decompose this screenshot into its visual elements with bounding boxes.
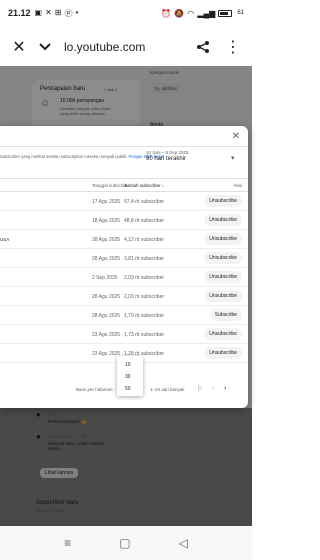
header-subs[interactable]: Jumlah subscriber ↓ bbox=[124, 183, 164, 188]
url-text[interactable]: lo.youtube.com bbox=[64, 40, 190, 54]
header-action: Aksi bbox=[233, 183, 242, 188]
subscribe-toggle-button[interactable]: Unsubscribe bbox=[204, 214, 242, 226]
rows-per-page-label: Baris per halaman: bbox=[76, 387, 114, 392]
x-icon: ✕ bbox=[45, 7, 52, 17]
table-row: 17 Agu 2025 57,4 rb subscriber Unsubscri… bbox=[0, 192, 248, 211]
modal-header bbox=[0, 146, 248, 174]
app-icon: ⊞ bbox=[54, 7, 62, 17]
table-row: 2 Sep 2025 2,03 rb subscriber Unsubscrib… bbox=[0, 268, 248, 287]
subscribe-date: 2 Sep 2025 bbox=[92, 275, 118, 281]
table-row: 28 Agu 2025 2,03 rb subscriber Unsubscri… bbox=[0, 287, 248, 306]
date-range-picker[interactable]: 10 Juni – 8 Sep 2025 90 hari terakhir bbox=[146, 150, 189, 162]
sort-down-icon: ↓ bbox=[161, 183, 165, 188]
dropdown-arrow-icon[interactable]: ▾ bbox=[231, 154, 235, 162]
wifi-icon: ◠ bbox=[187, 8, 195, 18]
android-nav-bar: ≡ ▢ ◁ bbox=[0, 526, 252, 560]
page-range: 1–10 dari banyak bbox=[150, 387, 185, 392]
channel-name[interactable]: USA bbox=[0, 237, 9, 242]
back-icon[interactable]: ◁ bbox=[179, 536, 188, 550]
subscriber-count: 1,73 rb subscriber bbox=[124, 332, 165, 338]
subscriber-count: 1,79 rb subscriber bbox=[124, 313, 165, 319]
subscribe-toggle-button[interactable]: Unsubscribe bbox=[204, 271, 242, 283]
pinterest-icon: ⓟ bbox=[64, 8, 73, 18]
status-bar: 21.12 ▣ ✕ ⊞ ⓟ • ⏰ 🔕 ◠ ▂▄▆ 61 bbox=[0, 0, 252, 26]
recent-apps-icon[interactable]: ≡ bbox=[64, 536, 71, 550]
alarm-icon: ⏰ bbox=[161, 8, 172, 18]
subscribe-date: 28 Agu 2025 bbox=[92, 313, 121, 319]
dot-icon: • bbox=[75, 7, 79, 17]
table-row: 28 Agu 2025 3,81 rb subscriber Unsubscri… bbox=[0, 249, 248, 268]
browser-bar: ✕ lo.youtube.com ⋮ bbox=[0, 28, 252, 66]
subscribe-date: 23 Agu 2025 bbox=[92, 332, 121, 338]
subscribe-toggle-button[interactable]: Unsubscribe bbox=[204, 328, 242, 340]
mute-icon: 🔕 bbox=[174, 8, 185, 18]
subscribe-date: 23 Agu 2025 bbox=[92, 351, 121, 357]
header-date[interactable]: Tanggal subscribe bbox=[92, 183, 128, 188]
subscribe-date: 28 Agu 2025 bbox=[92, 256, 121, 262]
subscribe-date: 28 Agu 2025 bbox=[92, 237, 121, 243]
date-range: 10 Juni – 8 Sep 2025 bbox=[146, 150, 189, 155]
next-page-icon[interactable]: › bbox=[224, 385, 226, 392]
subscribe-toggle-button[interactable]: Unsubscribe bbox=[204, 347, 242, 359]
home-icon[interactable]: ▢ bbox=[119, 536, 130, 550]
subscribe-toggle-button[interactable]: Subscribe bbox=[209, 309, 242, 321]
subscriber-count: 3,81 rb subscriber bbox=[124, 256, 165, 262]
signal-icon: ▂▄▆ bbox=[197, 8, 216, 18]
table-header: Tanggal subscribe Jumlah subscriber ↓ Ak… bbox=[0, 178, 248, 192]
subscribe-date: 17 Agu 2025 bbox=[92, 199, 121, 205]
subscribe-toggle-button[interactable]: Unsubscribe bbox=[204, 233, 242, 245]
rows-per-page-menu: 10 30 50 bbox=[117, 356, 143, 396]
overlay-lower[interactable] bbox=[0, 408, 252, 526]
notification-icons: ▣ ✕ ⊞ ⓟ • bbox=[35, 8, 79, 19]
table-row: 28 Agu 2025 1,79 rb subscriber Subscribe bbox=[0, 306, 248, 325]
table-row: 18 Agu 2025 48,8 rb subscriber Unsubscri… bbox=[0, 211, 248, 230]
date-period: 90 hari terakhir bbox=[146, 156, 187, 162]
close-icon[interactable]: ✕ bbox=[6, 34, 32, 60]
subscriber-count: 48,8 rb subscriber bbox=[124, 218, 165, 224]
subscribe-date: 18 Agu 2025 bbox=[92, 218, 121, 224]
battery-icon bbox=[218, 9, 233, 17]
status-time: 21.12 bbox=[8, 8, 31, 18]
more-vert-icon[interactable]: ⋮ bbox=[220, 34, 246, 60]
subscribe-toggle-button[interactable]: Unsubscribe bbox=[204, 195, 242, 207]
subscribe-toggle-button[interactable]: Unsubscribe bbox=[204, 252, 242, 264]
subscribe-date: 28 Agu 2025 bbox=[92, 294, 121, 300]
subscribe-toggle-button[interactable]: Unsubscribe bbox=[204, 290, 242, 302]
chevron-down-icon[interactable] bbox=[32, 34, 58, 60]
share-icon[interactable] bbox=[190, 34, 216, 60]
dropdown-option[interactable]: 50 bbox=[125, 386, 131, 392]
battery-level: 61 bbox=[237, 10, 244, 16]
subscriber-count: 2,03 rb subscriber bbox=[124, 275, 165, 281]
system-icons: ⏰ 🔕 ◠ ▂▄▆ 61 bbox=[161, 9, 244, 18]
close-icon[interactable]: ✕ bbox=[232, 131, 240, 142]
first-page-icon[interactable]: |‹ bbox=[198, 385, 202, 392]
subscriber-count: 57,4 rb subscriber bbox=[124, 199, 165, 205]
subscriber-count: 4,12 rb subscriber bbox=[124, 237, 165, 243]
dropdown-option[interactable]: 10 bbox=[125, 362, 131, 368]
table-row: 23 Agu 2025 1,73 rb subscriber Unsubscri… bbox=[0, 325, 248, 344]
prev-page-icon[interactable]: ‹ bbox=[212, 385, 214, 392]
image-icon: ▣ bbox=[34, 7, 43, 17]
modal-description: Subscriber yang melihat setelan subscrip… bbox=[0, 154, 164, 159]
dropdown-option[interactable]: 30 bbox=[125, 374, 131, 380]
table-row: USA 28 Agu 2025 4,12 rb subscriber Unsub… bbox=[0, 230, 248, 249]
subscriber-count: 2,03 rb subscriber bbox=[124, 294, 165, 300]
